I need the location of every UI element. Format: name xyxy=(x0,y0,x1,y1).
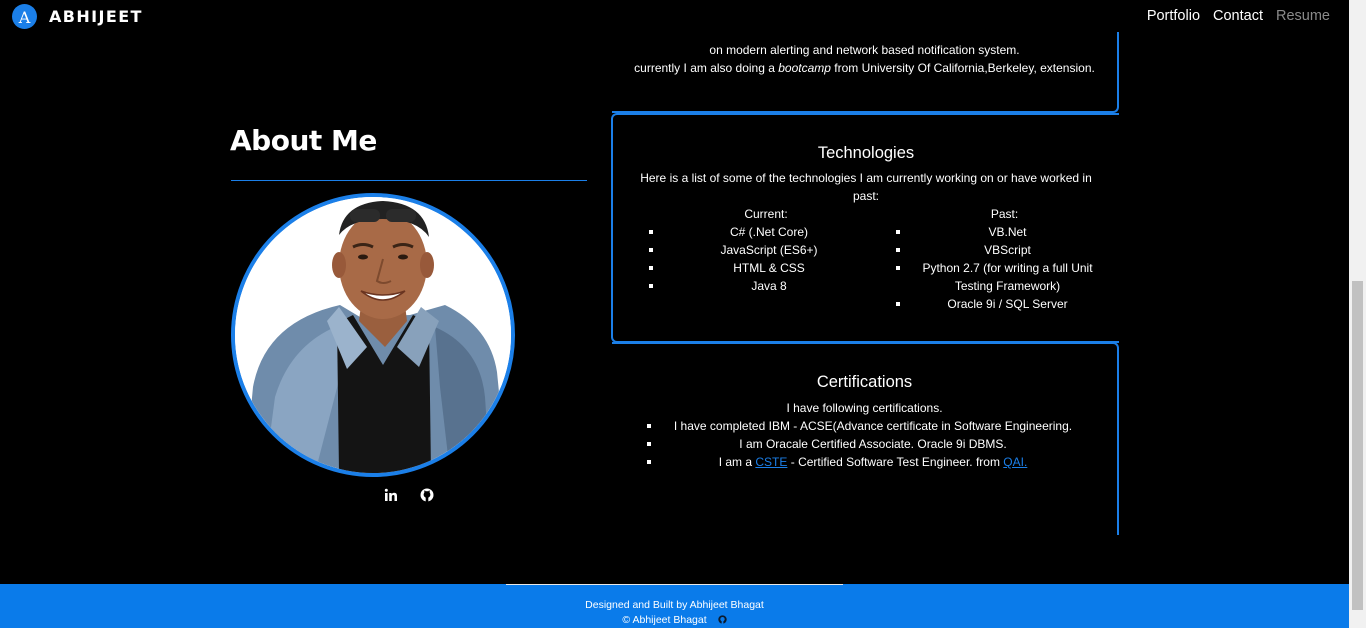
brand-name[interactable]: ABHIJEET xyxy=(49,7,143,26)
brand[interactable]: A ABHIJEET xyxy=(12,4,143,29)
about-divider xyxy=(231,180,587,181)
profile-photo-illustration xyxy=(235,197,511,473)
linkedin-icon[interactable] xyxy=(384,488,398,507)
list-item: HTML & CSS xyxy=(647,259,869,277)
navbar: A ABHIJEET Portfolio Contact Resume xyxy=(0,0,1349,32)
list-item: VB.Net xyxy=(894,223,1099,241)
certifications-list: I have completed IBM - ACSE(Advance cert… xyxy=(645,417,1085,471)
list-item: JavaScript (ES6+) xyxy=(647,241,869,259)
technologies-section: Technologies Here is a list of some of t… xyxy=(611,113,1119,343)
past-label: Past: xyxy=(990,207,1019,221)
technologies-intro: Here is a list of some of the technologi… xyxy=(640,171,1092,203)
scrollbar-thumb[interactable] xyxy=(1352,281,1363,610)
qai-link[interactable]: QAI. xyxy=(1003,455,1027,469)
list-item: I have completed IBM - ACSE(Advance cert… xyxy=(645,417,1085,435)
certifications-title: Certifications xyxy=(816,373,913,391)
brand-logo[interactable]: A xyxy=(12,4,37,29)
cste-prefix: I am a xyxy=(718,455,756,469)
certifications-intro: I have following certifications. xyxy=(786,401,943,415)
footer-copyright: © Abhijeet Bhagat xyxy=(622,614,707,626)
certifications-section: Certifications I have following certific… xyxy=(612,342,1119,535)
cste-link[interactable]: CSTE xyxy=(755,455,787,469)
footer: Designed and Built by Abhijeet Bhagat © … xyxy=(0,584,1349,628)
footer-github-icon[interactable] xyxy=(717,614,727,628)
brand-logo-letter: A xyxy=(18,8,31,27)
nav-links: Portfolio Contact Resume xyxy=(1147,8,1330,24)
current-technologies: Current: C# (.Net Core) JavaScript (ES6+… xyxy=(647,205,869,295)
past-technologies: Past: VB.Net VBScript Python 2.7 (for wr… xyxy=(894,205,1099,313)
scrollbar[interactable] xyxy=(1349,0,1366,628)
list-item: Java 8 xyxy=(647,277,869,295)
technologies-title: Technologies xyxy=(817,144,915,162)
list-item: VBScript xyxy=(894,241,1099,259)
cste-text: - Certified Software Test Engineer. from xyxy=(787,455,1004,469)
footer-divider xyxy=(506,584,843,585)
nav-contact[interactable]: Contact xyxy=(1213,8,1263,24)
intro-line-2-post: from University Of California,Berkeley, … xyxy=(830,61,1095,75)
nav-portfolio[interactable]: Portfolio xyxy=(1147,8,1200,24)
intro-line-2-pre: currently I am also doing a xyxy=(634,61,779,75)
nav-resume[interactable]: Resume xyxy=(1276,8,1330,24)
intro-box: on modern alerting and network based not… xyxy=(612,32,1119,113)
current-label: Current: xyxy=(744,207,788,221)
intro-line-1: on modern alerting and network based not… xyxy=(709,43,1020,57)
past-list: VB.Net VBScript Python 2.7 (for writing … xyxy=(894,223,1099,313)
list-item: Oracle 9i / SQL Server xyxy=(894,295,1099,313)
footer-credit: Designed and Built by Abhijeet Bhagat xyxy=(585,599,764,611)
current-list: C# (.Net Core) JavaScript (ES6+) HTML & … xyxy=(647,223,869,295)
github-icon[interactable] xyxy=(420,488,434,507)
profile-photo xyxy=(231,193,515,477)
about-title: About Me xyxy=(230,124,377,157)
list-item: C# (.Net Core) xyxy=(647,223,869,241)
footer-copyright-line: © Abhijeet Bhagat xyxy=(0,613,1349,628)
intro-line-2-emphasis: bootcamp xyxy=(778,61,831,75)
list-item: Python 2.7 (for writing a full Unit Test… xyxy=(894,259,1099,295)
intro-line-2: currently I am also doing a bootcamp fro… xyxy=(612,59,1117,77)
list-item: I am a CSTE - Certified Software Test En… xyxy=(645,453,1085,471)
list-item: I am Oracale Certified Associate. Oracle… xyxy=(645,435,1085,453)
